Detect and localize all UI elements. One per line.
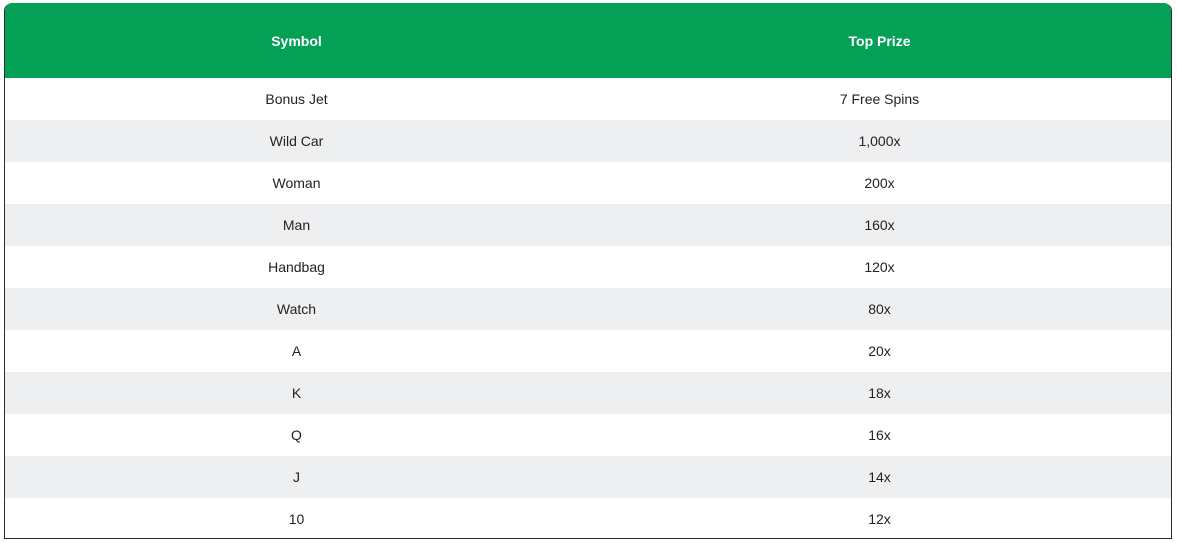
column-header-top-prize: Top Prize bbox=[848, 33, 911, 49]
prize-cell: 14x bbox=[868, 469, 891, 485]
symbol-cell: Bonus Jet bbox=[265, 91, 328, 107]
symbol-cell: K bbox=[291, 385, 302, 401]
prize-cell: 120x bbox=[864, 259, 895, 275]
table-body: Bonus Jet 7 Free Spins Wild Car 1,000x W… bbox=[5, 78, 1171, 538]
symbol-cell: 10 bbox=[288, 511, 305, 527]
paytable: Symbol Top Prize Bonus Jet 7 Free Spins … bbox=[4, 3, 1172, 539]
prize-cell: 16x bbox=[868, 427, 891, 443]
table-row: Woman 200x bbox=[5, 162, 1171, 204]
table-row: Q 16x bbox=[5, 414, 1171, 456]
symbol-cell: Handbag bbox=[268, 259, 325, 275]
prize-cell: 7 Free Spins bbox=[839, 91, 920, 107]
table-row: Wild Car 1,000x bbox=[5, 120, 1171, 162]
table-row: Man 160x bbox=[5, 204, 1171, 246]
table-row: 10 12x bbox=[5, 498, 1171, 538]
symbol-cell: Wild Car bbox=[269, 133, 324, 149]
table-row: J 14x bbox=[5, 456, 1171, 498]
prize-cell: 200x bbox=[864, 175, 895, 191]
symbol-cell: J bbox=[293, 469, 300, 485]
table-row: Handbag 120x bbox=[5, 246, 1171, 288]
symbol-cell: Watch bbox=[276, 301, 317, 317]
column-header-symbol: Symbol bbox=[271, 33, 322, 49]
prize-cell: 1,000x bbox=[858, 133, 901, 149]
table-row: A 20x bbox=[5, 330, 1171, 372]
prize-cell: 160x bbox=[864, 217, 895, 233]
symbol-cell: Man bbox=[282, 217, 311, 233]
prize-cell: 12x bbox=[868, 511, 891, 527]
table-row: K 18x bbox=[5, 372, 1171, 414]
symbol-cell: Woman bbox=[272, 175, 321, 191]
symbol-cell: Q bbox=[291, 427, 302, 443]
table-row: Watch 80x bbox=[5, 288, 1171, 330]
prize-cell: 20x bbox=[868, 343, 891, 359]
prize-cell: 80x bbox=[868, 301, 891, 317]
table-header: Symbol Top Prize bbox=[5, 4, 1171, 78]
prize-cell: 18x bbox=[868, 385, 891, 401]
table-row: Bonus Jet 7 Free Spins bbox=[5, 78, 1171, 120]
symbol-cell: A bbox=[291, 343, 302, 359]
